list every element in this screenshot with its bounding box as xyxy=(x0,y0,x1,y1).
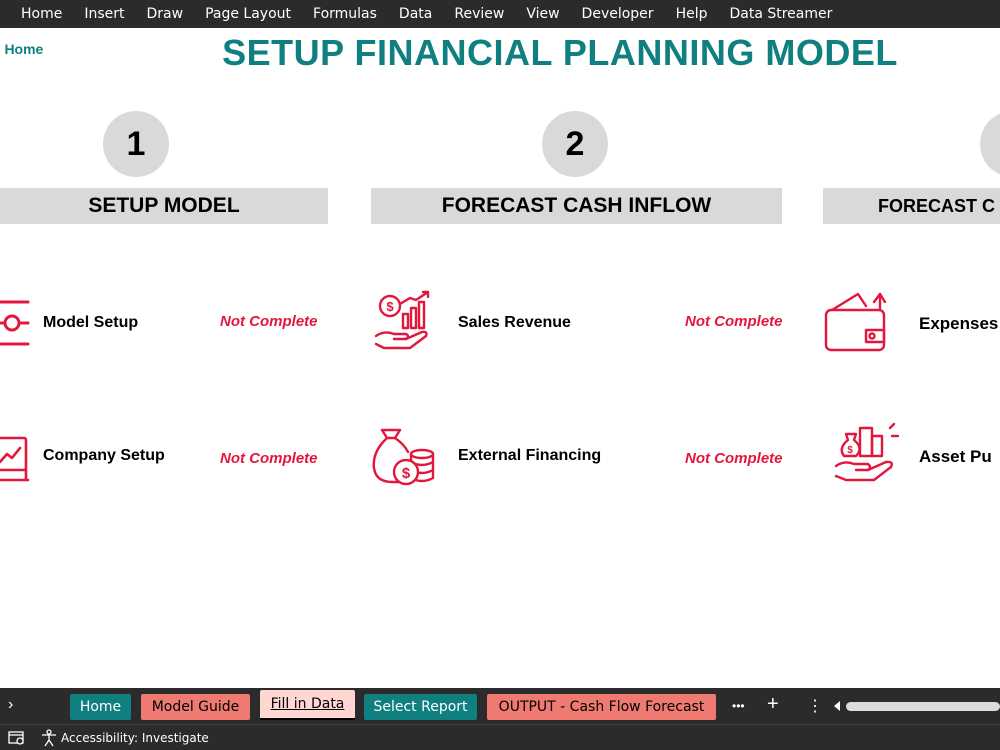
macro-record-icon[interactable] xyxy=(8,730,26,746)
ribbon-tab-formulas[interactable]: Formulas xyxy=(302,6,388,22)
ribbon-tab-review[interactable]: Review xyxy=(443,6,515,22)
task-external-financing[interactable]: External Financing xyxy=(458,447,601,465)
svg-text:$: $ xyxy=(847,445,853,456)
task-sales-revenue[interactable]: Sales Revenue xyxy=(458,314,571,332)
accessibility-icon[interactable] xyxy=(40,728,58,747)
wallet-icon[interactable] xyxy=(822,288,888,354)
sheet-tab-select-report[interactable]: Select Report xyxy=(364,694,477,720)
task-company-setup[interactable]: Company Setup xyxy=(43,447,165,465)
task-model-setup[interactable]: Model Setup xyxy=(43,314,138,332)
svg-text:$: $ xyxy=(402,465,411,482)
revenue-hand-icon[interactable]: $ xyxy=(370,288,436,354)
sheet-tab-fill-in-data[interactable]: Fill in Data xyxy=(260,690,355,720)
step-number-1: 1 xyxy=(103,111,169,177)
sheet-tab-bar: › Home Model Guide Fill in Data Select R… xyxy=(0,688,1000,724)
ribbon-tab-draw[interactable]: Draw xyxy=(136,6,195,22)
ribbon-tab-data-streamer[interactable]: Data Streamer xyxy=(718,6,843,22)
status-external-financing: Not Complete xyxy=(685,450,783,467)
step-number-2: 2 xyxy=(542,111,608,177)
status-sales-revenue: Not Complete xyxy=(685,313,783,330)
ribbon-tab-view[interactable]: View xyxy=(515,6,570,22)
sliders-icon[interactable] xyxy=(0,290,36,356)
status-model-setup: Not Complete xyxy=(220,313,318,330)
ribbon-tab-help[interactable]: Help xyxy=(665,6,719,22)
step-number-3: 3 xyxy=(980,111,1000,177)
ribbon-tab-developer[interactable]: Developer xyxy=(571,6,665,22)
page-title: SETUP FINANCIAL PLANNING MODEL xyxy=(222,32,898,73)
ribbon-tab-home[interactable]: Home xyxy=(10,6,73,22)
task-asset-purchase[interactable]: Asset Pu xyxy=(919,447,992,467)
scroll-left-icon[interactable] xyxy=(832,698,842,714)
sheet-tab-output-cash-flow[interactable]: OUTPUT - Cash Flow Forecast xyxy=(487,694,716,720)
ribbon-tab-page-layout[interactable]: Page Layout xyxy=(194,6,302,22)
chevron-right-icon[interactable]: › xyxy=(8,696,13,714)
section-heading-setup-model: SETUP MODEL xyxy=(0,188,328,224)
task-expenses[interactable]: Expenses xyxy=(919,314,998,334)
ribbon-menu: Home Insert Draw Page Layout Formulas Da… xyxy=(0,0,1000,28)
ribbon-tab-data[interactable]: Data xyxy=(388,6,443,22)
back-home-link[interactable]: o Home xyxy=(0,41,43,57)
scrollbar-thumb[interactable] xyxy=(846,702,1000,711)
status-company-setup: Not Complete xyxy=(220,450,318,467)
options-menu-icon[interactable]: ⋮ xyxy=(807,696,823,716)
section-heading-cash-outflow: FORECAST C xyxy=(823,188,1000,224)
sheet-tab-model-guide[interactable]: Model Guide xyxy=(141,694,250,720)
section-heading-cash-inflow: FORECAST CASH INFLOW xyxy=(371,188,782,224)
laptop-chart-icon[interactable] xyxy=(0,424,36,490)
add-sheet-icon[interactable]: + xyxy=(767,693,779,716)
more-sheets-icon[interactable]: ••• xyxy=(732,699,745,713)
sheet-tab-home[interactable]: Home xyxy=(70,694,131,720)
accessibility-status[interactable]: Accessibility: Investigate xyxy=(61,731,209,745)
status-bar: Accessibility: Investigate xyxy=(0,724,1000,750)
horizontal-scrollbar[interactable] xyxy=(832,698,1000,714)
money-bag-coins-icon[interactable]: $ xyxy=(370,424,436,490)
svg-text:$: $ xyxy=(386,299,394,314)
asset-hand-icon[interactable]: $ xyxy=(834,420,900,486)
worksheet-area: o Home SETUP FINANCIAL PLANNING MODEL 1 … xyxy=(0,28,1000,688)
ribbon-tab-insert[interactable]: Insert xyxy=(73,6,135,22)
